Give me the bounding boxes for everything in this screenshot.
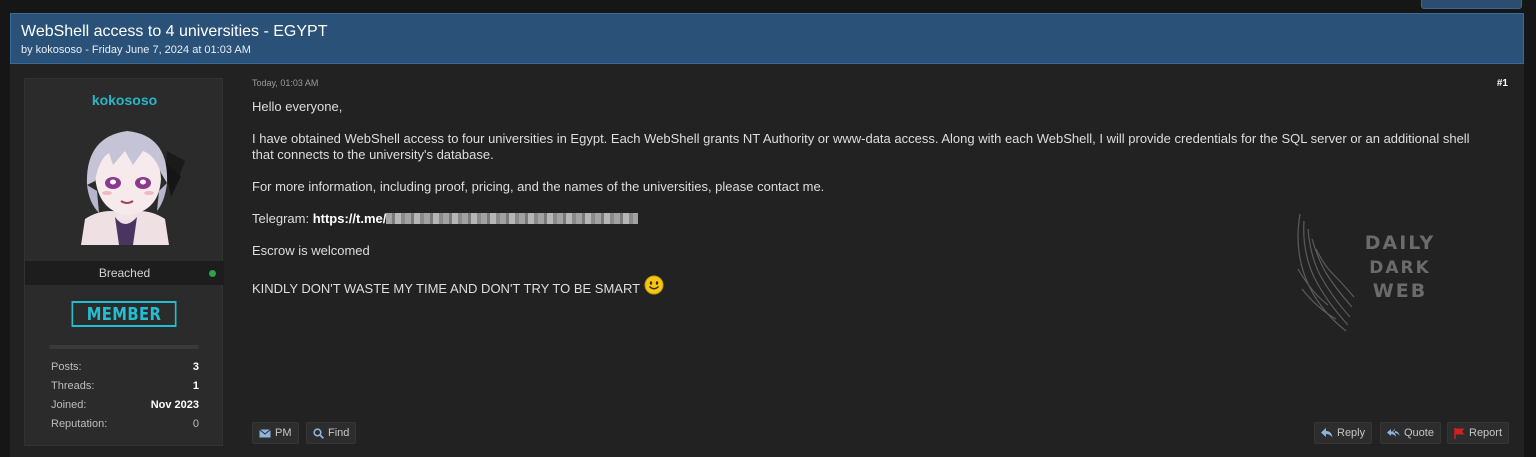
stat-value[interactable]: 1 [193, 380, 199, 392]
watermark-logo: DAILY DARK WEB [1297, 213, 1435, 332]
search-icon [313, 427, 324, 439]
find-button[interactable]: Find [306, 422, 357, 444]
thread-header: WebShell access to 4 universities - EGYP… [10, 13, 1524, 64]
report-button[interactable]: Report [1447, 422, 1510, 444]
stat-value: Nov 2023 [150, 399, 199, 411]
author-stats: Posts: 3 Threads: 1 Joined: Nov 2023 Rep… [51, 361, 199, 437]
report-label: Report [1469, 427, 1503, 439]
top-action-button[interactable] [1421, 0, 1522, 9]
stat-label: Joined: [51, 399, 87, 411]
watermark-line3: WEB [1373, 280, 1427, 302]
post: kokososo Breached MEMBER Posts: 3 Thread… [10, 64, 1524, 457]
stat-value[interactable]: 3 [193, 361, 199, 373]
stat-value[interactable]: 0 [193, 418, 199, 430]
quote-button[interactable]: Quote [1380, 422, 1441, 444]
stat-label: Reputation: [51, 418, 108, 430]
redacted-handle [386, 213, 639, 224]
watermark-line2: DARK [1369, 258, 1431, 278]
stat-posts: Posts: 3 [51, 361, 199, 380]
stat-joined: Joined: Nov 2023 [51, 399, 199, 418]
top-strip [0, 0, 1536, 10]
post-greeting: Hello everyone, [252, 99, 343, 114]
author-panel: kokososo Breached MEMBER Posts: 3 Thread… [24, 78, 224, 446]
reply-label: Reply [1337, 427, 1366, 439]
author-username[interactable]: kokososo [25, 92, 224, 108]
user-group: Breached [98, 266, 151, 280]
pm-label: PM [275, 427, 292, 439]
post-date: Today, 01:03 AM [252, 78, 319, 88]
post-number-link[interactable]: #1 [1497, 78, 1508, 89]
thread-title: WebShell access to 4 universities - EGYP… [21, 23, 328, 40]
online-status-icon [209, 270, 216, 277]
pm-button[interactable]: PM [252, 422, 299, 444]
reputation-bar [49, 345, 199, 349]
envelope-icon [259, 428, 271, 437]
post-paragraph: For more information, including proof, p… [252, 179, 825, 194]
quote-icon [1387, 429, 1400, 437]
post-paragraph: I have obtained WebShell access to four … [252, 131, 1470, 162]
stat-label: Threads: [51, 380, 95, 392]
reply-button[interactable]: Reply [1314, 422, 1373, 444]
reply-icon [1321, 428, 1333, 438]
thread-byline: by kokososo - Friday June 7, 2024 at 01:… [21, 44, 251, 56]
flag-icon [1454, 427, 1465, 439]
stat-reputation: Reputation: 0 [51, 418, 199, 437]
stat-threads: Threads: 1 [51, 380, 199, 399]
telegram-link[interactable]: https://t.me/ [313, 211, 387, 226]
watermark-line1: DAILY [1365, 232, 1435, 254]
quote-label: Quote [1404, 427, 1434, 439]
post-warning: KINDLY DON'T WASTE MY TIME AND DON'T TRY… [252, 281, 641, 296]
rank-badge: MEMBER [71, 301, 177, 327]
telegram-label: Telegram: [252, 211, 313, 226]
find-label: Find [328, 427, 350, 439]
user-group-row: Breached [25, 261, 224, 285]
avatar[interactable] [63, 121, 187, 245]
stat-label: Posts: [51, 361, 82, 373]
smiley-icon [644, 275, 664, 295]
